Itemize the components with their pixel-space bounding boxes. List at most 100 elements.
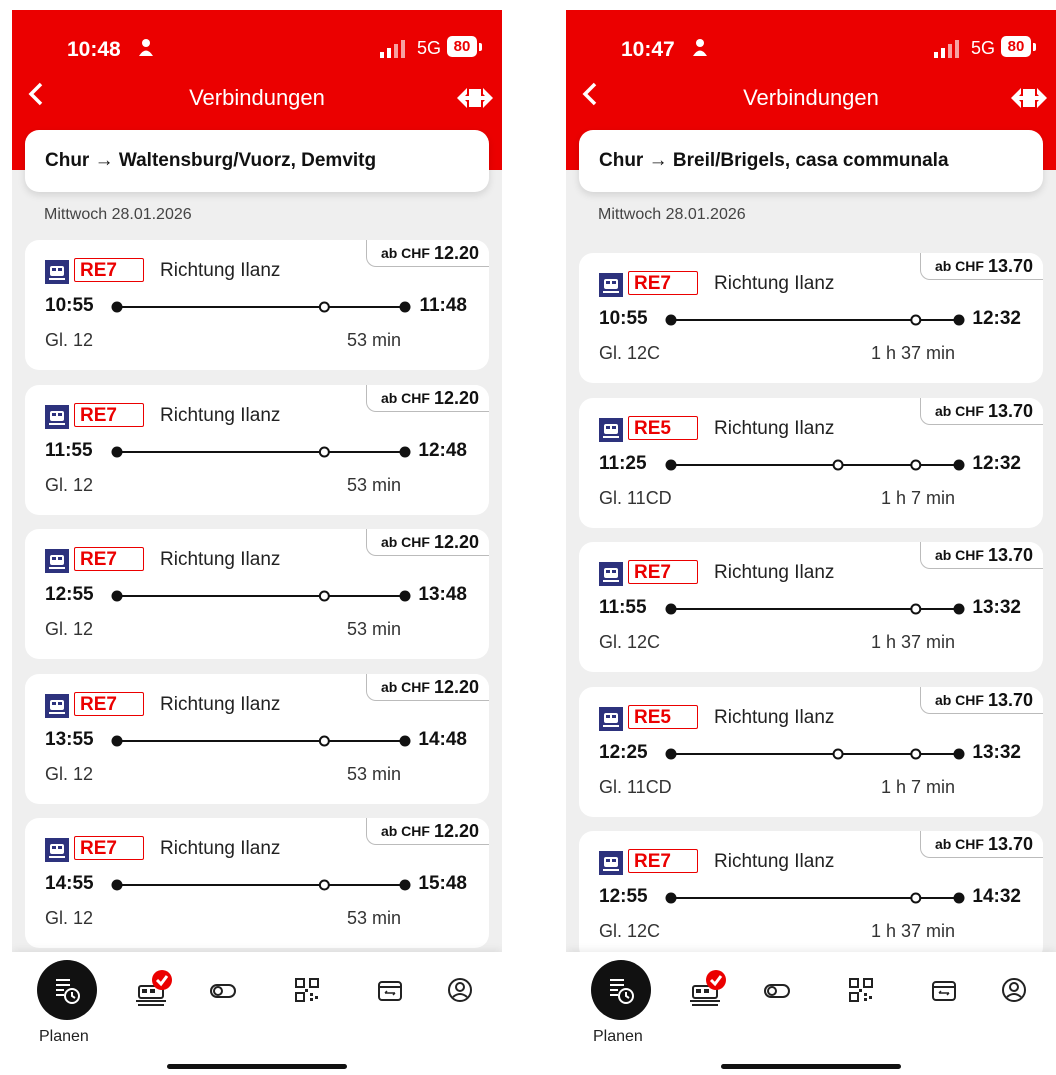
intermediate-stop-dot: [910, 603, 922, 615]
route-summary-card[interactable]: Chur → Breil/Brigels, casa communala: [579, 130, 1043, 192]
tickets-train-icon: [136, 970, 172, 1006]
intermediate-stop-dot: [832, 748, 844, 760]
arrival-time: 15:48: [418, 873, 467, 894]
train-icon: [599, 418, 623, 442]
duration-label: 1 h 7 min: [880, 777, 955, 797]
origin-dot: [111, 879, 123, 891]
bottom-tab-bar: Planen: [12, 952, 502, 1075]
arrival-time: 13:32: [972, 742, 1021, 763]
tab-tickets[interactable]: [122, 960, 182, 1020]
connection-card[interactable]: ab CHF 12.20 RE7 Richtung Ilanz 10:55 11…: [25, 240, 489, 370]
origin-dot: [665, 459, 677, 471]
line-badge: RE7: [74, 836, 144, 860]
departure-time: 11:55: [599, 597, 647, 618]
platform-label: Gl. 12: [45, 619, 94, 639]
date-label: Mittwoch 28.01.2026: [598, 206, 746, 223]
departure-time: 11:55: [45, 440, 93, 461]
route-text: Chur → Breil/Brigels, casa communala: [599, 150, 949, 171]
tickets-train-icon: [690, 970, 726, 1006]
destination-dot: [953, 603, 965, 615]
connection-card[interactable]: ab CHF 12.20 RE7 Richtung Ilanz 14:55 15…: [25, 818, 489, 948]
arrival-time: 13:32: [972, 597, 1021, 618]
tab-profile[interactable]: [984, 960, 1044, 1020]
destination-dot: [399, 301, 411, 313]
intermediate-stop-dot: [910, 459, 922, 471]
departure-time: 11:25: [599, 453, 647, 474]
line-badge: RE5: [628, 705, 698, 729]
origin-dot: [111, 301, 123, 313]
departure-time: 12:55: [45, 584, 94, 605]
journey-timeline: [111, 879, 411, 891]
origin-dot: [111, 590, 123, 602]
direction-label: Richtung Ilanz: [160, 694, 281, 715]
tab-qr[interactable]: [277, 960, 337, 1020]
connection-card[interactable]: ab CHF 13.70 RE7 Richtung Ilanz 11:55 13…: [579, 542, 1043, 672]
intermediate-stop-dot: [318, 879, 330, 891]
destination-dot: [953, 748, 965, 760]
battery-tip: [479, 43, 482, 51]
destination-dot: [399, 446, 411, 458]
tab-label-planen: Planen: [593, 1028, 643, 1045]
tab-toggle[interactable]: [193, 960, 253, 1020]
price-value: 13.70: [987, 400, 1033, 421]
journey-timeline: [111, 590, 411, 602]
price-value: 13.70: [987, 255, 1033, 276]
intermediate-stop-dot: [910, 314, 922, 326]
signal-icon: [934, 40, 959, 58]
origin-dot: [111, 735, 123, 747]
connection-card[interactable]: ab CHF 13.70 RE7 Richtung Ilanz 12:55 14…: [579, 831, 1043, 961]
direction-label: Richtung Ilanz: [160, 260, 281, 281]
connection-card[interactable]: ab CHF 13.70 RE5 Richtung Ilanz 12:25 13…: [579, 687, 1043, 817]
destination-dot: [399, 590, 411, 602]
status-time: 10:47: [621, 38, 675, 61]
platform-label: Gl. 12C: [599, 921, 661, 941]
intermediate-stop-dot: [318, 590, 330, 602]
price-value: 12.20: [433, 242, 479, 263]
price-prefix: ab CHF: [380, 534, 430, 550]
ticket-counter-icon: [378, 981, 402, 1001]
connection-card[interactable]: ab CHF 12.20 RE7 Richtung Ilanz 11:55 12…: [25, 385, 489, 515]
destination-dot: [399, 879, 411, 891]
tab-planen[interactable]: [37, 960, 97, 1020]
journey-timeline: [665, 748, 965, 760]
arrival-time: 12:48: [418, 440, 467, 461]
line-badge: RE5: [628, 416, 698, 440]
price-tag: ab CHF 13.70: [919, 253, 1043, 280]
duration-label: 53 min: [346, 475, 401, 495]
qr-code-icon: [295, 978, 319, 1002]
intermediate-stop-dot: [318, 735, 330, 747]
price-tag: ab CHF 12.20: [365, 385, 489, 412]
price-tag: ab CHF 13.70: [919, 687, 1043, 714]
route-text: Chur → Waltensburg/Vuorz, Demvitg: [45, 150, 377, 171]
connection-card[interactable]: ab CHF 13.70 RE5 Richtung Ilanz 11:25 12…: [579, 398, 1043, 528]
price-prefix: ab CHF: [934, 258, 984, 274]
connection-card[interactable]: ab CHF 12.20 RE7 Richtung Ilanz 12:55 13…: [25, 529, 489, 659]
price-prefix: ab CHF: [380, 390, 430, 406]
departure-time: 12:25: [599, 742, 648, 763]
sbb-logo-icon[interactable]: [1009, 86, 1049, 110]
sbb-logo-icon[interactable]: [455, 86, 495, 110]
tab-toggle[interactable]: [747, 960, 807, 1020]
page-title: Verbindungen: [189, 85, 325, 110]
tab-ticket-counter[interactable]: [914, 960, 974, 1020]
tab-planen[interactable]: [591, 960, 651, 1020]
origin-dot: [665, 892, 677, 904]
tab-profile[interactable]: [430, 960, 490, 1020]
network-label: 5G: [971, 38, 996, 58]
connection-card[interactable]: ab CHF 12.20 RE7 Richtung Ilanz 13:55 14…: [25, 674, 489, 804]
tab-qr[interactable]: [831, 960, 891, 1020]
line-badge: RE7: [628, 271, 698, 295]
line-badge: RE7: [74, 258, 144, 282]
line-badge: RE7: [628, 560, 698, 584]
direction-label: Richtung Ilanz: [714, 851, 835, 872]
tab-tickets[interactable]: [676, 960, 736, 1020]
tab-ticket-counter[interactable]: [360, 960, 420, 1020]
route-summary-card[interactable]: Chur → Waltensburg/Vuorz, Demvitg: [25, 130, 489, 192]
arrival-time: 11:48: [419, 295, 467, 316]
home-indicator: [721, 1064, 901, 1069]
direction-label: Richtung Ilanz: [714, 707, 835, 728]
price-tag: ab CHF 13.70: [919, 398, 1043, 425]
price-prefix: ab CHF: [934, 692, 984, 708]
connection-card[interactable]: ab CHF 13.70 RE7 Richtung Ilanz 10:55 12…: [579, 253, 1043, 383]
direction-label: Richtung Ilanz: [714, 273, 835, 294]
